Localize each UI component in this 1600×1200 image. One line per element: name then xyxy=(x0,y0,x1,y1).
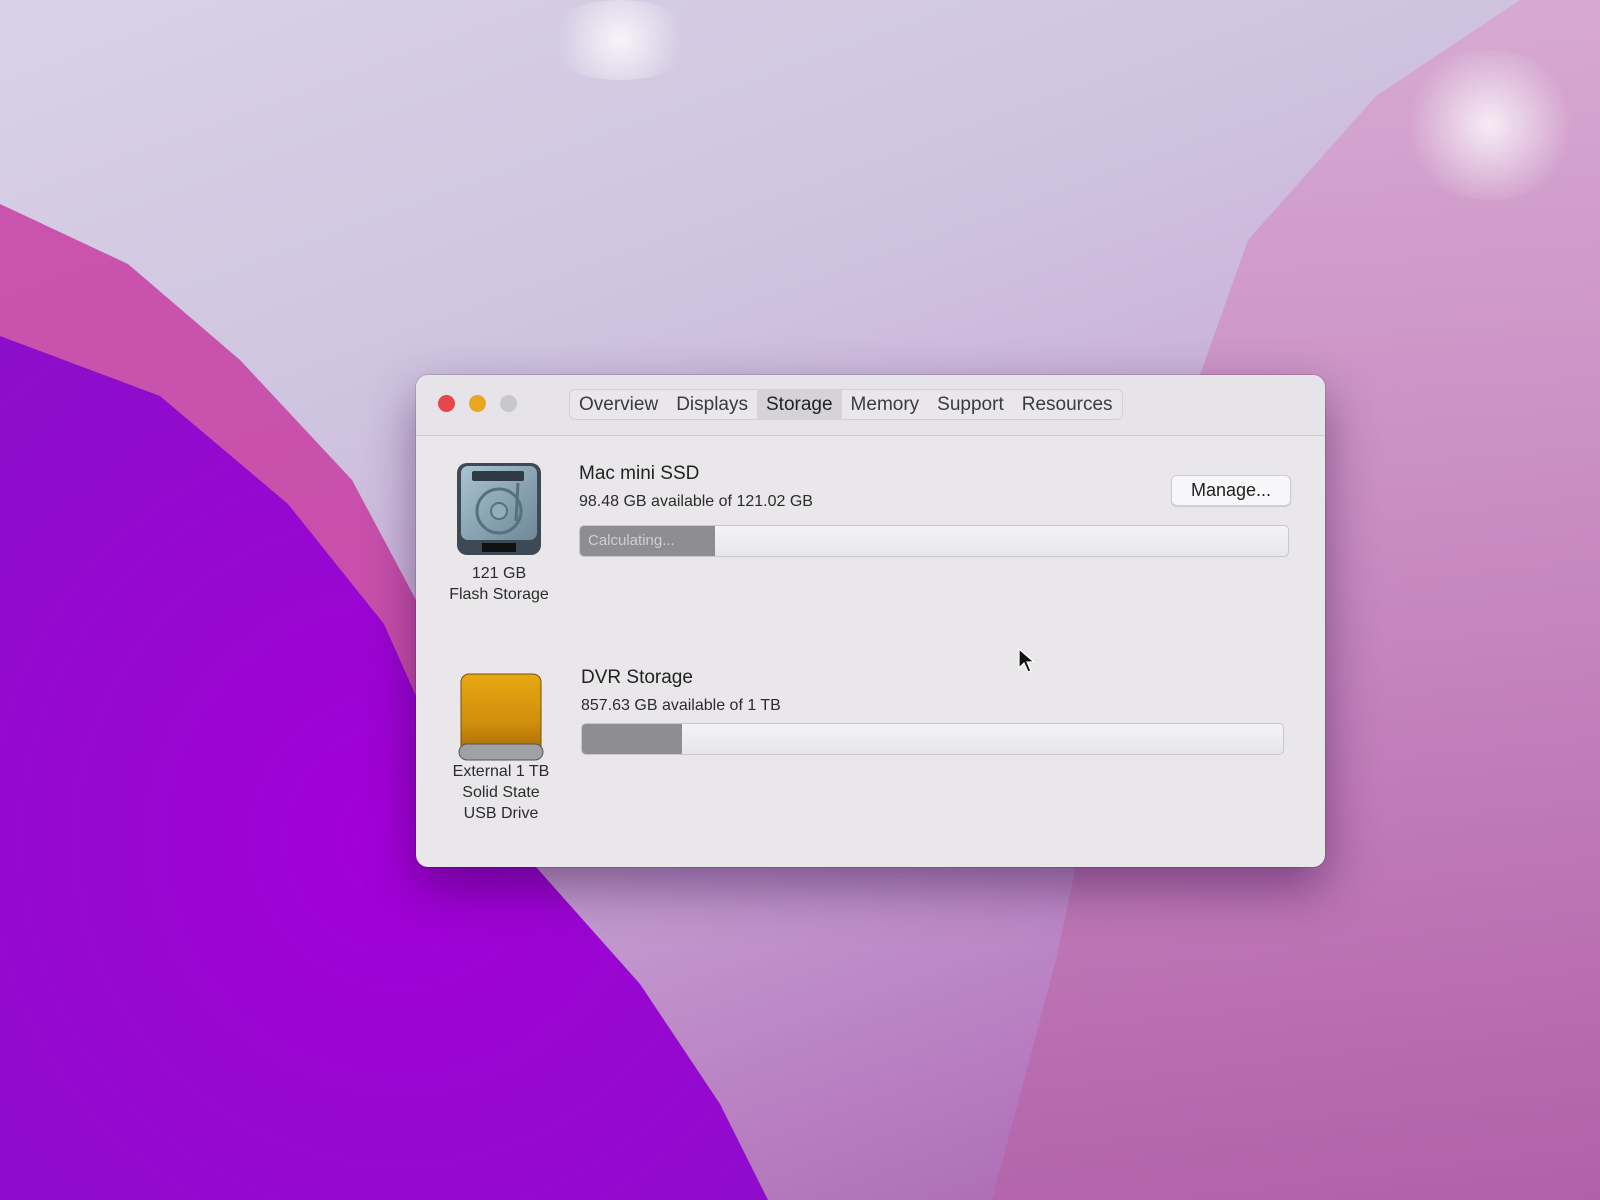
storage-usage-bar xyxy=(581,723,1284,755)
tab-memory[interactable]: Memory xyxy=(842,390,929,419)
drive-type: Flash Storage xyxy=(449,586,549,603)
external-drive-icon xyxy=(456,672,546,767)
tab-displays[interactable]: Displays xyxy=(667,390,757,419)
drive-caption: External 1 TB Solid State USB Drive xyxy=(431,761,571,824)
drive-type: Solid State xyxy=(462,784,540,801)
tab-overview[interactable]: Overview xyxy=(570,390,667,419)
drive-name: Mac mini SSD xyxy=(579,463,700,484)
minimize-button[interactable] xyxy=(469,395,486,412)
tab-storage[interactable]: Storage xyxy=(757,390,842,419)
storage-usage-bar: Calculating... xyxy=(579,525,1289,557)
drive-caption: 121 GB Flash Storage xyxy=(429,563,569,605)
drive-capacity: 121 GB xyxy=(471,565,527,582)
drive-availability: 857.63 GB available of 1 TB xyxy=(581,697,781,714)
close-button[interactable] xyxy=(438,395,455,412)
storage-used-fill xyxy=(582,724,682,754)
about-this-mac-window: Overview Displays Storage Memory Support… xyxy=(416,375,1325,867)
tab-resources[interactable]: Resources xyxy=(1013,390,1122,419)
internal-disk-icon xyxy=(454,461,544,562)
calculating-label: Calculating... xyxy=(588,532,675,549)
drive-name: DVR Storage xyxy=(581,667,693,688)
tab-bar: Overview Displays Storage Memory Support… xyxy=(569,389,1123,420)
drive-capacity: External 1 TB xyxy=(452,763,550,780)
title-bar: Overview Displays Storage Memory Support… xyxy=(416,375,1325,436)
manage-button[interactable]: Manage... xyxy=(1171,475,1291,506)
zoom-button[interactable] xyxy=(500,395,517,412)
screen-glare xyxy=(1400,50,1580,200)
screen-glare xyxy=(540,0,700,80)
drive-connection: USB Drive xyxy=(463,805,539,822)
mouse-pointer-icon xyxy=(1018,647,1036,679)
drive-availability: 98.48 GB available of 121.02 GB xyxy=(579,493,813,510)
tab-support[interactable]: Support xyxy=(928,390,1013,419)
